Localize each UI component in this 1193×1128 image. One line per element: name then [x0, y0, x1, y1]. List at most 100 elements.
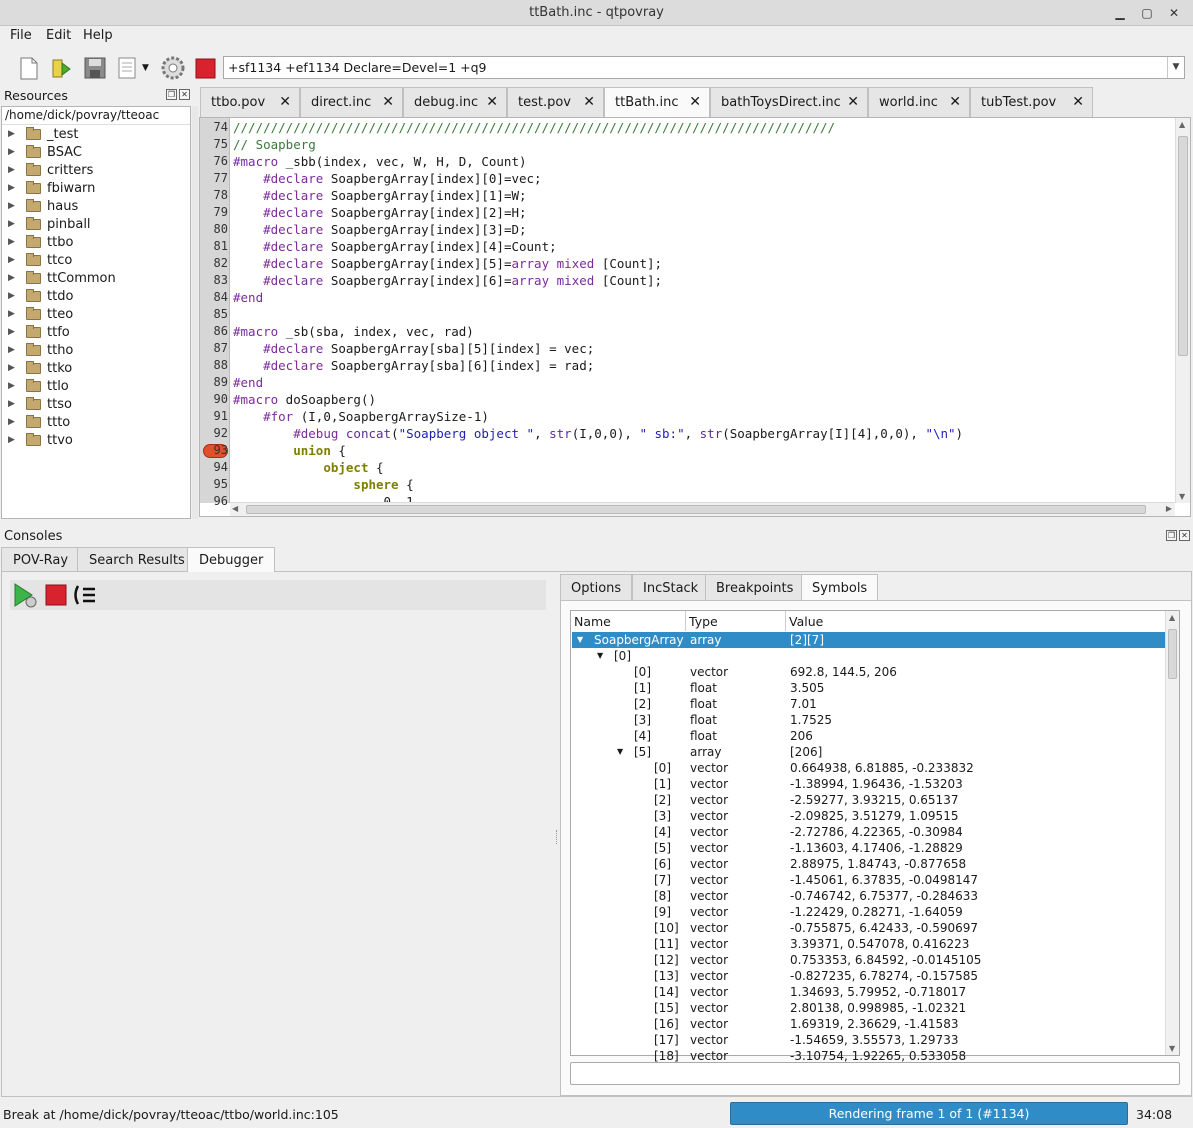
file-tab[interactable]: test.pov ✕	[507, 87, 604, 117]
menu-file[interactable]: File	[10, 28, 32, 43]
code-line[interactable]: sphere {	[233, 477, 413, 492]
symbol-row[interactable]: [8] vector -0.746742, 6.75377, -0.284633	[572, 888, 1166, 904]
expand-arrow-icon[interactable]: ▶	[8, 183, 15, 193]
symbols-tree[interactable]: Name Type Value ▼ SoapbergArray array [2][7…	[570, 610, 1180, 1063]
symbol-row[interactable]: [15] vector 2.80138, 0.998985, -1.02321	[572, 1000, 1166, 1016]
expand-arrow-icon[interactable]: ▶	[8, 147, 15, 157]
file-tab[interactable]: tubTest.pov ✕	[970, 87, 1093, 117]
symbol-row[interactable]: [10] vector -0.755875, 6.42433, -0.590697	[572, 920, 1166, 936]
scroll-right-icon[interactable]: ▶	[1166, 504, 1172, 513]
code-line[interactable]: #macro doSoapberg()	[233, 392, 376, 407]
folder-item[interactable]: ▶ pinball	[2, 216, 190, 234]
save-file-button[interactable]	[82, 55, 108, 81]
symbol-row[interactable]: [6] vector 2.88975, 1.84743, -0.877658	[572, 856, 1166, 872]
symbol-row[interactable]: ▼ [0]	[572, 648, 1166, 664]
expand-arrow-icon[interactable]: ▶	[8, 363, 15, 373]
symbol-row[interactable]: [4] vector -2.72786, 4.22365, -0.30984	[572, 824, 1166, 840]
symbol-row[interactable]: [3] float 1.7525	[572, 712, 1166, 728]
folder-item[interactable]: ▶ ttCommon	[2, 270, 190, 288]
symbol-row[interactable]: [2] vector -2.59277, 3.93215, 0.65137	[572, 792, 1166, 808]
folder-item[interactable]: ▶ ttko	[2, 360, 190, 378]
close-tab-icon[interactable]: ✕	[486, 94, 498, 110]
continue-button[interactable]	[12, 582, 38, 608]
symbol-row[interactable]: [7] vector -1.45061, 6.37835, -0.0498147	[572, 872, 1166, 888]
render-settings-button[interactable]	[160, 55, 186, 81]
expand-arrow-icon[interactable]: ▶	[8, 201, 15, 211]
tab-search-results[interactable]: Search Results	[77, 547, 197, 571]
close-tab-icon[interactable]: ✕	[949, 94, 961, 110]
folder-item[interactable]: ▶ ttfo	[2, 324, 190, 342]
folder-item[interactable]: ▶ fbiwarn	[2, 180, 190, 198]
expand-arrow-icon[interactable]: ▶	[8, 165, 15, 175]
code-line[interactable]: #declare SoapbergArray[index][3]=D;	[233, 222, 526, 237]
splitter-handle[interactable]	[556, 830, 559, 844]
folder-item[interactable]: ▶ haus	[2, 198, 190, 216]
file-tab[interactable]: debug.inc ✕	[403, 87, 507, 117]
menu-edit[interactable]: Edit	[46, 28, 71, 43]
expand-arrow-icon[interactable]: ▶	[8, 327, 15, 337]
code-line[interactable]: #declare SoapbergArray[sba][6][index] = …	[233, 358, 594, 373]
symbol-row[interactable]: [9] vector -1.22429, 0.28271, -1.64059	[572, 904, 1166, 920]
tab-povray-console[interactable]: POV-Ray	[1, 547, 81, 571]
close-tab-icon[interactable]: ✕	[689, 94, 701, 110]
scroll-left-icon[interactable]: ◀	[232, 504, 238, 513]
close-tab-icon[interactable]: ✕	[382, 94, 394, 110]
step-button[interactable]	[72, 583, 98, 607]
symbol-row[interactable]: [5] vector -1.13603, 4.17406, -1.28829	[572, 840, 1166, 856]
menu-help[interactable]: Help	[83, 28, 113, 43]
expand-arrow-icon[interactable]: ▶	[8, 309, 15, 319]
symbol-row[interactable]: [0] vector 692.8, 144.5, 206	[572, 664, 1166, 680]
column-header-name[interactable]: Name	[571, 611, 686, 631]
tab-breakpoints[interactable]: Breakpoints	[705, 574, 805, 600]
expand-arrow-icon[interactable]: ▶	[8, 237, 15, 247]
folder-item[interactable]: ▶ ttdo	[2, 288, 190, 306]
editor-hscroll-thumb[interactable]	[246, 505, 1146, 514]
code-line[interactable]: object {	[233, 460, 383, 475]
line-number-gutter[interactable]: 74 75 76 77 78 79 80 81 82 83 84 85 86 87 88 89 90 91 92 93…	[200, 118, 230, 508]
expand-arrow-icon[interactable]: ▶	[8, 129, 15, 139]
symbol-row[interactable]: ▼ [5] array [206]	[572, 744, 1166, 760]
expand-arrow-icon[interactable]: ▶	[8, 273, 15, 283]
collapse-arrow-icon[interactable]: ▼	[597, 651, 603, 660]
tab-incstack[interactable]: IncStack	[632, 574, 710, 600]
expand-arrow-icon[interactable]: ▶	[8, 417, 15, 427]
code-line[interactable]: #declare SoapbergArray[index][4]=Count;	[233, 239, 557, 254]
code-editor[interactable]: 74 75 76 77 78 79 80 81 82 83 84 85 86 87 88 89 90 91 92 93…	[199, 117, 1191, 517]
expand-arrow-icon[interactable]: ▶	[8, 255, 15, 265]
code-line[interactable]: #end	[233, 375, 263, 390]
code-line[interactable]: #declare SoapbergArray[index][6]=array m…	[233, 273, 662, 288]
code-line[interactable]: #debug concat("Soapberg object ", str(I,…	[233, 426, 963, 441]
chevron-down-icon[interactable]: ▼	[1167, 57, 1184, 78]
symbol-row[interactable]: [13] vector -0.827235, 6.78274, -0.157585	[572, 968, 1166, 984]
symbol-row[interactable]: [3] vector -2.09825, 3.51279, 1.09515	[572, 808, 1166, 824]
folder-item[interactable]: ▶ ttvo	[2, 432, 190, 450]
new-file-button[interactable]	[16, 55, 42, 81]
editor-vertical-scrollbar[interactable]: ▲ ▼	[1175, 118, 1190, 503]
code-line[interactable]: #macro _sbb(index, vec, W, H, D, Count)	[233, 154, 527, 169]
symbol-input[interactable]	[570, 1062, 1180, 1085]
collapse-arrow-icon[interactable]: ▼	[617, 747, 623, 756]
open-file-button[interactable]	[49, 55, 75, 81]
close-tab-icon[interactable]: ✕	[847, 94, 859, 110]
code-line[interactable]: #for (I,0,SoapbergArraySize-1)	[233, 409, 489, 424]
tab-debugger[interactable]: Debugger	[187, 547, 276, 572]
tab-options[interactable]: Options	[560, 574, 633, 600]
close-tab-icon[interactable]: ✕	[1072, 94, 1084, 110]
code-line[interactable]: #declare SoapbergArray[index][2]=H;	[233, 205, 526, 220]
folder-item[interactable]: ▶ ttho	[2, 342, 190, 360]
folder-item[interactable]: ▶ tteo	[2, 306, 190, 324]
expand-arrow-icon[interactable]: ▶	[8, 291, 15, 301]
scroll-up-icon[interactable]: ▲	[1179, 120, 1185, 129]
symbol-row[interactable]: [17] vector -1.54659, 3.55573, 1.29733	[572, 1032, 1166, 1048]
scroll-up-icon[interactable]: ▲	[1169, 613, 1175, 622]
file-tab[interactable]: ttBath.inc ✕	[604, 87, 710, 118]
collapse-arrow-icon[interactable]: ▼	[577, 635, 583, 644]
code-line[interactable]: #declare SoapbergArray[index][0]=vec;	[233, 171, 541, 186]
folder-item[interactable]: ▶ BSAC	[2, 144, 190, 162]
expand-arrow-icon[interactable]: ▶	[8, 381, 15, 391]
editor-horizontal-scrollbar[interactable]: ◀ ▶	[230, 502, 1175, 516]
symbol-row[interactable]: [11] vector 3.39371, 0.547078, 0.416223	[572, 936, 1166, 952]
code-line[interactable]: union {	[233, 443, 346, 458]
render-preset-button[interactable]	[115, 55, 141, 81]
close-consoles-icon[interactable]: ✕	[1179, 530, 1190, 541]
